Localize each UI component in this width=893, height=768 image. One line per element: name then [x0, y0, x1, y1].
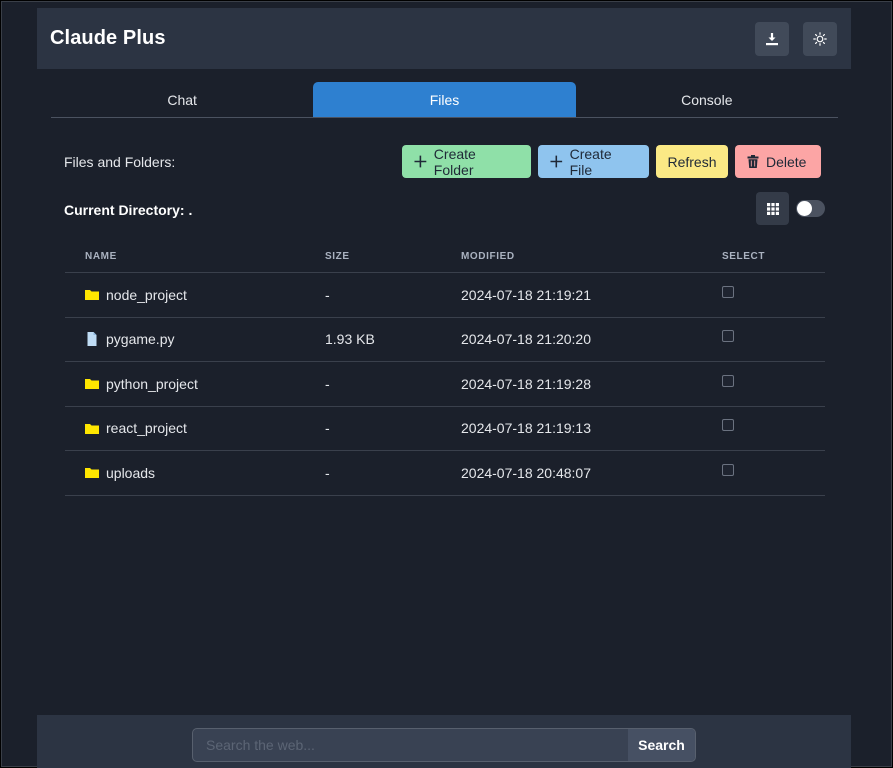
file-icon: [87, 332, 97, 347]
create-folder-button[interactable]: Create Folder: [402, 145, 531, 178]
file-name-cell: python_project: [65, 376, 325, 392]
search-button[interactable]: Search: [628, 729, 695, 761]
table-row[interactable]: uploads - 2024-07-18 20:48:07: [65, 451, 825, 496]
create-folder-label: Create Folder: [433, 145, 476, 178]
table-row[interactable]: node_project - 2024-07-18 21:19:21: [65, 273, 825, 318]
select-checkbox[interactable]: [722, 463, 734, 476]
view-toggle-switch[interactable]: [796, 200, 825, 217]
theme-toggle-button[interactable]: [803, 21, 837, 56]
select-checkbox[interactable]: [722, 330, 734, 343]
grid-view-button[interactable]: [756, 192, 789, 225]
delete-label: Delete: [766, 153, 807, 170]
file-size: 1.93 KB: [325, 331, 375, 348]
file-name[interactable]: python_project: [106, 376, 198, 392]
download-button[interactable]: [755, 21, 789, 56]
plus-icon: [550, 155, 563, 168]
file-modified: 2024-07-18 21:19:13: [461, 420, 591, 437]
app-header: Claude Plus: [37, 8, 851, 69]
file-size: -: [325, 375, 330, 392]
file-modified: 2024-07-18 20:48:07: [461, 464, 591, 481]
search-footer: Search: [37, 715, 851, 768]
table-row[interactable]: pygame.py 1.93 KB 2024-07-18 21:20:20: [65, 318, 825, 362]
app-title: Claude Plus: [50, 27, 166, 49]
header-actions: [755, 21, 837, 56]
column-header-size[interactable]: SIZE: [325, 251, 461, 262]
column-header-modified[interactable]: MODIFIED: [461, 251, 722, 262]
select-cell: [722, 374, 822, 387]
plus-icon: [414, 155, 427, 168]
download-icon: [766, 32, 778, 45]
table-row[interactable]: python_project - 2024-07-18 21:19:28: [65, 362, 825, 407]
select-checkbox[interactable]: [722, 285, 734, 298]
folder-icon: [85, 423, 99, 434]
file-modified: 2024-07-18 21:19:28: [461, 375, 591, 392]
table-header: NAME SIZE MODIFIED SELECT: [65, 240, 825, 273]
app-window: Claude Plus Chat Files Console Files and…: [1, 1, 892, 768]
delete-button[interactable]: Delete: [735, 145, 821, 178]
file-size: -: [325, 286, 330, 303]
file-name-cell: pygame.py: [65, 331, 325, 347]
tab-bar: Chat Files Console: [51, 82, 838, 118]
create-file-label: Create File: [569, 145, 612, 178]
tab-files[interactable]: Files: [313, 82, 576, 117]
file-name[interactable]: uploads: [106, 465, 155, 481]
current-directory: Current Directory: .: [64, 202, 193, 218]
select-cell: [722, 419, 822, 432]
folder-icon: [85, 290, 99, 301]
files-section-label: Files and Folders:: [64, 154, 176, 170]
refresh-label: Refresh: [667, 153, 717, 170]
select-cell: [722, 463, 822, 476]
file-name[interactable]: react_project: [106, 420, 187, 436]
column-header-select: SELECT: [722, 250, 766, 262]
sun-icon: [813, 31, 827, 46]
search-input[interactable]: [193, 729, 628, 761]
file-name-cell: uploads: [65, 465, 325, 481]
file-modified: 2024-07-18 21:20:20: [461, 331, 591, 348]
select-cell: [722, 285, 822, 298]
select-cell: [722, 330, 822, 343]
file-modified: 2024-07-18 21:19:21: [461, 286, 591, 303]
tab-chat[interactable]: Chat: [51, 82, 313, 117]
refresh-button[interactable]: Refresh: [656, 145, 728, 178]
trash-icon: [747, 155, 759, 168]
folder-icon: [85, 379, 99, 390]
search-bar: Search: [192, 728, 696, 762]
table-row[interactable]: react_project - 2024-07-18 21:19:13: [65, 407, 825, 451]
file-table: NAME SIZE MODIFIED SELECT node_project -…: [65, 240, 825, 496]
select-checkbox[interactable]: [722, 374, 734, 387]
file-name-cell: react_project: [65, 420, 325, 436]
file-name[interactable]: pygame.py: [106, 331, 174, 347]
file-name-cell: node_project: [65, 287, 325, 303]
toggle-knob: [797, 201, 812, 216]
file-name[interactable]: node_project: [106, 287, 187, 303]
folder-icon: [85, 468, 99, 479]
create-file-button[interactable]: Create File: [538, 145, 649, 178]
grid-icon: [766, 202, 779, 215]
file-toolbar: Create Folder Create File Refresh Delete: [402, 145, 821, 178]
column-header-name[interactable]: NAME: [65, 251, 325, 262]
tab-console[interactable]: Console: [576, 82, 838, 117]
file-size: -: [325, 420, 330, 437]
file-size: -: [325, 464, 330, 481]
select-checkbox[interactable]: [722, 419, 734, 432]
